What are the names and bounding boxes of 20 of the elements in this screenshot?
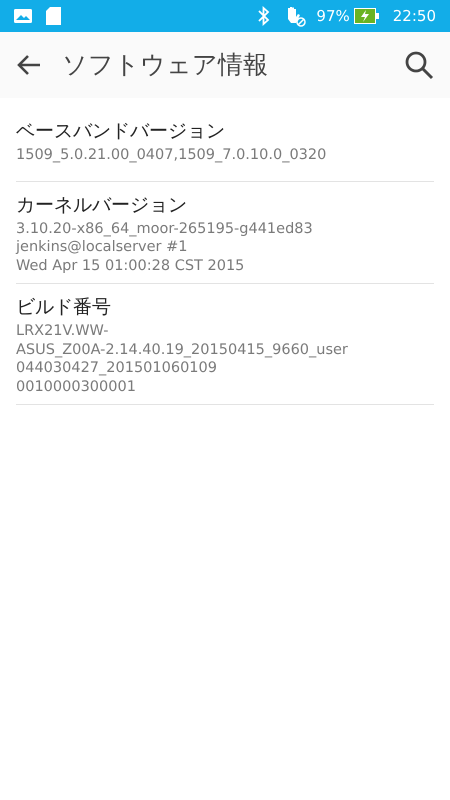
bluetooth-icon: [258, 6, 270, 26]
battery-percentage: 97%: [316, 6, 350, 27]
clock: 22:50: [392, 6, 436, 27]
setting-value: 0010000300001: [16, 378, 137, 396]
setting-value: ASUS_Z00A-2.14.40.19_20150415_9660_user: [16, 340, 349, 359]
image-icon: [14, 9, 32, 23]
setting-value: LRX21V.WW-: [16, 322, 110, 340]
setting-title: ビルド番号: [16, 295, 112, 320]
setting-title: ベースバンドバージョン: [16, 119, 226, 144]
sd-card-icon: [46, 7, 61, 25]
setting-value: Wed Apr 15 01:00:28 CST 2015: [16, 256, 246, 275]
setting-value: 3.10.20-x86_64_moor-265195-g441ed83: [16, 220, 314, 238]
setting-value: jenkins@localserver #1: [16, 238, 188, 256]
search-icon[interactable]: [404, 50, 434, 80]
battery-charging-icon: [354, 8, 379, 24]
setting-value: 1509_5.0.21.00_0407,1509_7.0.10.0_0320: [16, 146, 328, 164]
screen-title: ソフトウェア情報: [62, 49, 268, 82]
back-arrow-icon[interactable]: [16, 54, 42, 76]
setting-title: カーネルバージョン: [16, 192, 188, 218]
setting-value: 044030427_201501060109: [16, 359, 218, 378]
